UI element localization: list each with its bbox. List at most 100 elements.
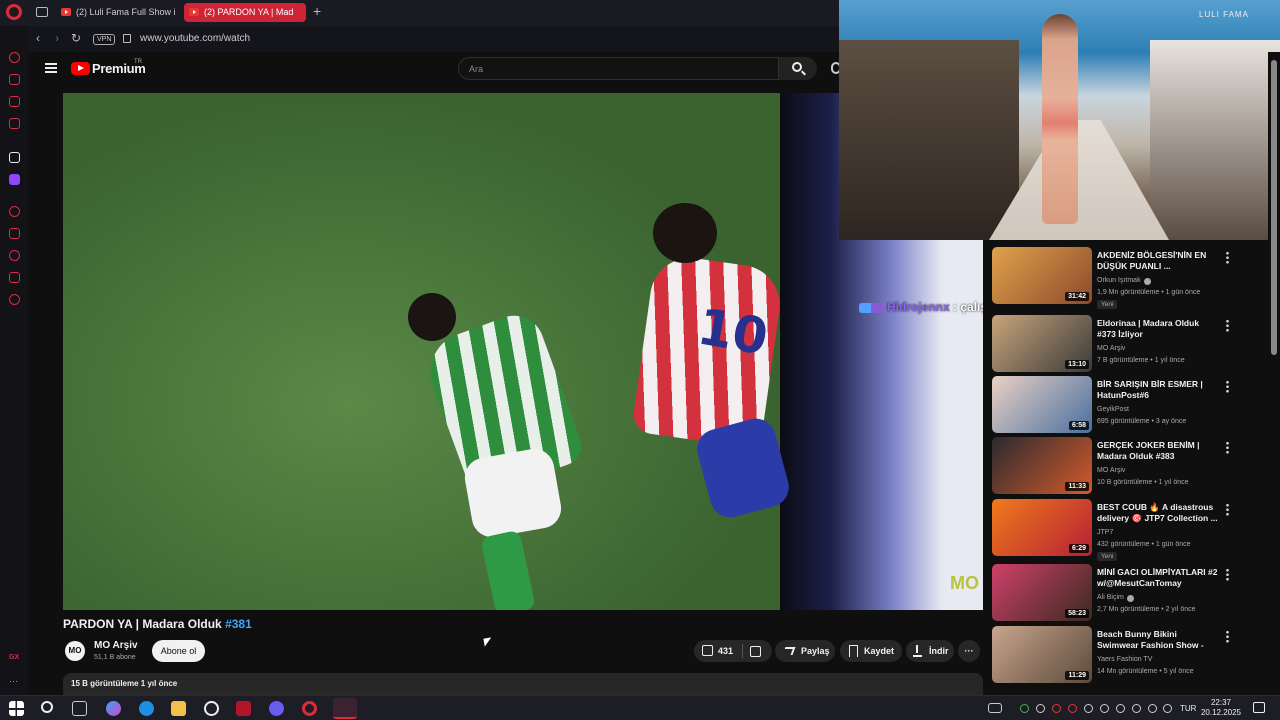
recommendation-channel[interactable]: GeyikPost [1097,406,1129,413]
copilot-icon[interactable] [106,701,121,716]
recommendation-item[interactable]: 11:33 GERÇEK JOKER BENİM | Madara Olduk #… [992,437,1268,495]
recommendation-title[interactable]: Beach Bunny Bikini Swimwear Fashion Show… [1097,629,1219,651]
recommendation-item[interactable]: 6:58 BİR SARIŞIN BİR ESMER | HatunPost#6 G… [992,376,1268,434]
mail-icon[interactable] [9,118,20,129]
tray-icon[interactable] [1052,704,1061,713]
recommendation-item[interactable]: 13:10 Eldorinaa | Madara Olduk #373 İzliy… [992,315,1268,373]
recommendation-channel[interactable]: Orkun Işıtmak [1097,277,1141,284]
recommendation-title[interactable]: MİNİ GACI OLİMPİYATLARI #2 w/@MesutCanTo… [1097,567,1219,589]
tray-icon[interactable] [1100,704,1109,713]
discord-icon[interactable] [269,701,284,716]
steam-icon[interactable] [204,701,219,716]
search-button[interactable] [779,57,817,80]
scrollbar-thumb[interactable] [1271,60,1277,355]
recommendation-thumbnail[interactable]: 31:42 [992,247,1092,304]
aria-icon[interactable] [9,52,20,63]
recommendation-item[interactable]: 31:42 AKDENİZ BÖLGESİ'NİN EN DÜŞÜK PUANLI… [992,247,1268,309]
tab-switcher-icon[interactable] [36,7,48,17]
hamburger-menu-icon[interactable] [45,63,57,73]
search-input[interactable]: Ara [458,57,779,80]
tab-pardon-ya[interactable]: (2) PARDON YA | Mad [184,3,306,22]
volume-tray-icon[interactable] [1163,704,1172,713]
clock[interactable]: 22:37 20.12.2025 [1196,698,1246,718]
player-icon[interactable] [9,206,20,217]
twitch-icon[interactable] [9,174,20,185]
bag-icon[interactable] [9,74,20,85]
recommendation-title[interactable]: Eldorinaa | Madara Olduk #373 İzliyor [1097,318,1219,340]
taskbar-search-icon[interactable] [41,701,53,713]
history-icon[interactable] [9,250,20,261]
recommendation-item[interactable]: 11:29 Beach Bunny Bikini Swimwear Fashion… [992,626,1268,684]
pinboard-icon[interactable] [9,228,20,239]
recommendation-title[interactable]: BİR SARIŞIN BİR ESMER | HatunPost#6 [1097,379,1219,401]
opera-icon[interactable] [302,701,317,716]
video-hashtag[interactable]: #381 [225,617,252,631]
lock-icon[interactable] [123,34,131,43]
video-editor-icon[interactable] [236,701,251,716]
recommendation-title[interactable]: BEST COUB 🔥 A disastrous delivery 🎯 JTP7… [1097,502,1219,524]
channel-name[interactable]: MO Arşiv [94,640,138,651]
tray-icon[interactable] [1068,704,1077,713]
more-vert-icon[interactable] [1226,251,1229,264]
recommendation-channel[interactable]: Yaers Fashion TV [1097,656,1152,663]
more-vert-icon[interactable] [1226,441,1229,454]
send-icon[interactable] [9,272,20,283]
back-icon[interactable]: ‹ [36,31,40,45]
like-count[interactable]: 431 [718,640,733,662]
more-icon[interactable]: ··· [9,676,20,687]
vpn-badge[interactable]: VPN [93,34,116,45]
forward-icon[interactable]: › [55,31,59,45]
windows-start-icon[interactable] [9,701,24,716]
scrollbar[interactable] [1268,52,1280,695]
recommendation-item[interactable]: 58:23 MİNİ GACI OLİMPİYATLARI #2 w/@Mesut… [992,564,1268,622]
more-vert-icon[interactable] [1226,630,1229,643]
language-indicator[interactable]: TUR [1180,704,1196,713]
recommendation-channel[interactable]: JTP7 [1097,529,1113,536]
bluetooth-tray-icon[interactable] [1132,704,1141,713]
tray-icon[interactable] [1036,704,1045,713]
recommendation-thumbnail[interactable]: 11:29 [992,626,1092,683]
description-box[interactable]: 15 B görüntüleme 1 yıl önce [63,673,983,695]
tray-icon[interactable] [1020,704,1029,713]
vk-icon[interactable] [9,152,20,163]
recommendation-channel[interactable]: MO Arşiv [1097,345,1125,352]
new-tab-button[interactable]: + [313,3,321,19]
more-vert-icon[interactable] [1226,568,1229,581]
notification-icon[interactable] [1253,702,1265,713]
opera-gx-active-icon[interactable] [333,698,357,719]
subscribe-button[interactable]: Abone ol [152,640,205,662]
thumbs-up-icon[interactable] [702,645,713,656]
opera-logo-icon[interactable] [6,4,22,20]
recommendation-thumbnail[interactable]: 6:58 [992,376,1092,433]
recommendation-title[interactable]: AKDENİZ BÖLGESİ'NİN EN DÜŞÜK PUANLI ... [1097,250,1219,272]
messenger-icon[interactable] [9,96,20,107]
microphone-tray-icon[interactable] [1116,704,1125,713]
more-actions-button[interactable]: ··· [958,640,980,662]
thumbs-down-icon[interactable] [750,646,761,657]
recommendation-thumbnail[interactable]: 13:10 [992,315,1092,372]
more-vert-icon[interactable] [1226,503,1229,516]
more-vert-icon[interactable] [1226,319,1229,332]
recommendation-channel[interactable]: Ali Biçim [1097,594,1124,601]
settings-icon[interactable] [9,294,20,305]
gx-icon[interactable]: GX [9,654,20,665]
recommendation-thumbnail[interactable]: 6:29 [992,499,1092,556]
more-vert-icon[interactable] [1226,380,1229,393]
recommendation-item[interactable]: 6:29 BEST COUB 🔥 A disastrous delivery 🎯 … [992,499,1268,561]
channel-avatar[interactable]: MO [65,641,85,661]
keyboard-icon[interactable] [988,703,1002,713]
recommendation-channel[interactable]: MO Arşiv [1097,467,1125,474]
recommendation-title[interactable]: GERÇEK JOKER BENİM | Madara Olduk #383 [1097,440,1219,462]
task-view-icon[interactable] [72,701,87,716]
network-tray-icon[interactable] [1148,704,1157,713]
edge-icon[interactable] [139,701,154,716]
tab-luli-fama[interactable]: (2) Luli Fama Full Show in [56,3,176,22]
save-button[interactable]: Kaydet [840,640,902,662]
reload-icon[interactable]: ↻ [71,31,81,45]
recommendation-thumbnail[interactable]: 11:33 [992,437,1092,494]
file-explorer-icon[interactable] [171,701,186,716]
tray-icon[interactable] [1084,704,1093,713]
youtube-logo-icon[interactable] [71,62,90,75]
share-button[interactable]: Paylaş [775,640,835,662]
url-field[interactable]: www.youtube.com/watch [140,33,250,44]
